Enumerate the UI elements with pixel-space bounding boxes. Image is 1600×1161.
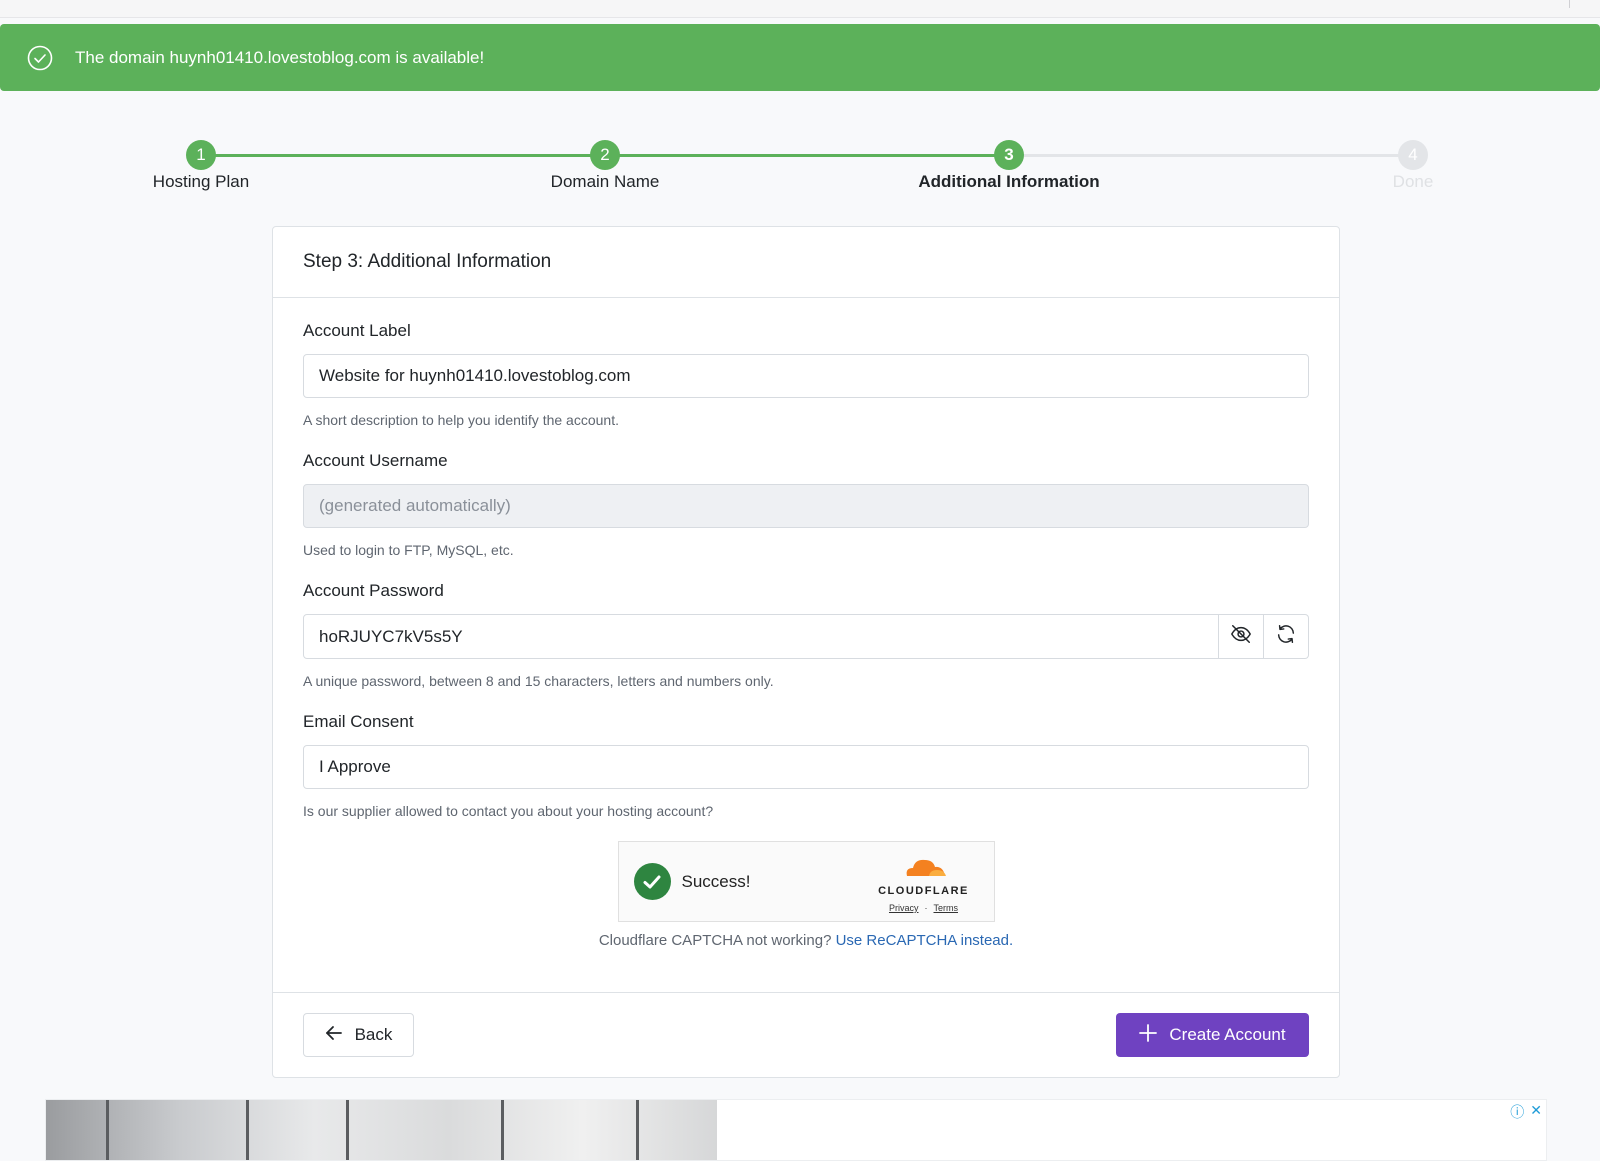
captcha-fallback-note: Cloudflare CAPTCHA not working? Use ReCA… — [303, 932, 1309, 949]
privacy-link[interactable]: Privacy — [889, 903, 919, 913]
card-body: Account Label Website for huynh01410.lov… — [273, 321, 1339, 949]
account-username-label: Account Username — [303, 451, 448, 470]
email-consent-label: Email Consent — [303, 712, 414, 731]
step-number: 3 — [994, 140, 1024, 170]
check-circle-icon — [27, 45, 53, 71]
regenerate-password-button[interactable] — [1264, 614, 1309, 659]
create-account-button[interactable]: Create Account — [1116, 1013, 1309, 1057]
account-username-help: Used to login to FTP, MySQL, etc. — [303, 542, 514, 558]
cloudflare-captcha-widget[interactable]: Success! CLOUDFLARE Privacy · Terms — [617, 841, 995, 922]
account-password-input[interactable]: hoRJUYC7kV5s5Y — [303, 614, 1219, 659]
ad-image-detail — [246, 1100, 249, 1160]
captcha-note-text: Cloudflare CAPTCHA not working? — [598, 932, 832, 949]
captcha-note-end: . — [1009, 932, 1014, 949]
refresh-icon — [1275, 623, 1297, 650]
back-button-label: Back — [354, 1025, 393, 1044]
step-label: Hosting Plan — [152, 172, 250, 191]
ad-image-detail — [106, 1100, 109, 1160]
email-consent-select[interactable]: I Approve — [303, 745, 1309, 789]
ad-image-detail — [346, 1100, 349, 1160]
advertisement-banner[interactable]: ⓘ ✕ — [45, 1099, 1547, 1161]
success-check-icon — [633, 863, 671, 900]
use-recaptcha-link[interactable]: Use ReCAPTCHA instead — [836, 932, 1009, 949]
email-consent-help: Is our supplier allowed to contact you a… — [303, 803, 714, 819]
progress-stepper: 1 Hosting Plan 2 Domain Name 3 Additiona… — [0, 140, 1600, 200]
create-account-label: Create Account — [1169, 1025, 1286, 1044]
captcha-status: Success! — [681, 871, 751, 891]
terms-link[interactable]: Terms — [934, 903, 959, 913]
step-label: Additional Information — [918, 172, 1100, 191]
step-number: 1 — [186, 140, 216, 170]
card-footer: Back Create Account — [273, 992, 1339, 1077]
account-username-input: (generated automatically) — [303, 484, 1309, 528]
eye-slash-icon — [1230, 623, 1252, 650]
account-label-label: Account Label — [303, 321, 411, 340]
links-separator: · — [924, 903, 928, 913]
plus-icon — [1139, 1023, 1158, 1047]
browser-top-strip — [0, 0, 1600, 18]
account-password-label: Account Password — [303, 581, 444, 600]
card-title: Step 3: Additional Information — [273, 227, 1339, 298]
step-label: Domain Name — [550, 172, 660, 191]
arrow-left-icon — [325, 1024, 343, 1047]
cloudflare-logo: CLOUDFLARE Privacy · Terms — [874, 856, 974, 913]
ad-controls: ⓘ ✕ — [1510, 1102, 1542, 1122]
ad-image-detail — [636, 1100, 639, 1160]
account-label-input[interactable]: Website for huynh01410.lovestoblog.com — [303, 354, 1309, 398]
account-password-help: A unique password, between 8 and 15 char… — [303, 673, 774, 689]
divider — [1569, 0, 1570, 8]
step-number: 4 — [1398, 140, 1428, 170]
alert-message: The domain huynh01410.lovestoblog.com is… — [75, 47, 485, 67]
step-label: Done — [1392, 172, 1434, 191]
step-additional-information: 3 Additional Information — [909, 140, 1109, 192]
step-number: 2 — [590, 140, 620, 170]
captcha-links: Privacy · Terms — [889, 903, 958, 913]
back-button[interactable]: Back — [303, 1013, 414, 1057]
ad-image-detail — [501, 1100, 504, 1160]
account-label-help: A short description to help you identify… — [303, 412, 619, 428]
additional-information-card: Step 3: Additional Information Account L… — [272, 226, 1340, 1078]
account-password-group: hoRJUYC7kV5s5Y — [303, 614, 1309, 659]
step-done: 4 Done — [1313, 140, 1513, 192]
cloudflare-wordmark: CLOUDFLARE — [878, 885, 969, 897]
domain-available-alert: The domain huynh01410.lovestoblog.com is… — [0, 24, 1600, 91]
ad-image — [46, 1100, 717, 1160]
toggle-password-button[interactable] — [1219, 614, 1264, 659]
step-hosting-plan: 1 Hosting Plan — [101, 140, 301, 192]
ad-close-icon[interactable]: ✕ — [1530, 1102, 1542, 1122]
cloudflare-cloud-icon — [899, 856, 949, 883]
step-domain-name: 2 Domain Name — [505, 140, 705, 192]
ad-info-icon[interactable]: ⓘ — [1510, 1102, 1524, 1122]
